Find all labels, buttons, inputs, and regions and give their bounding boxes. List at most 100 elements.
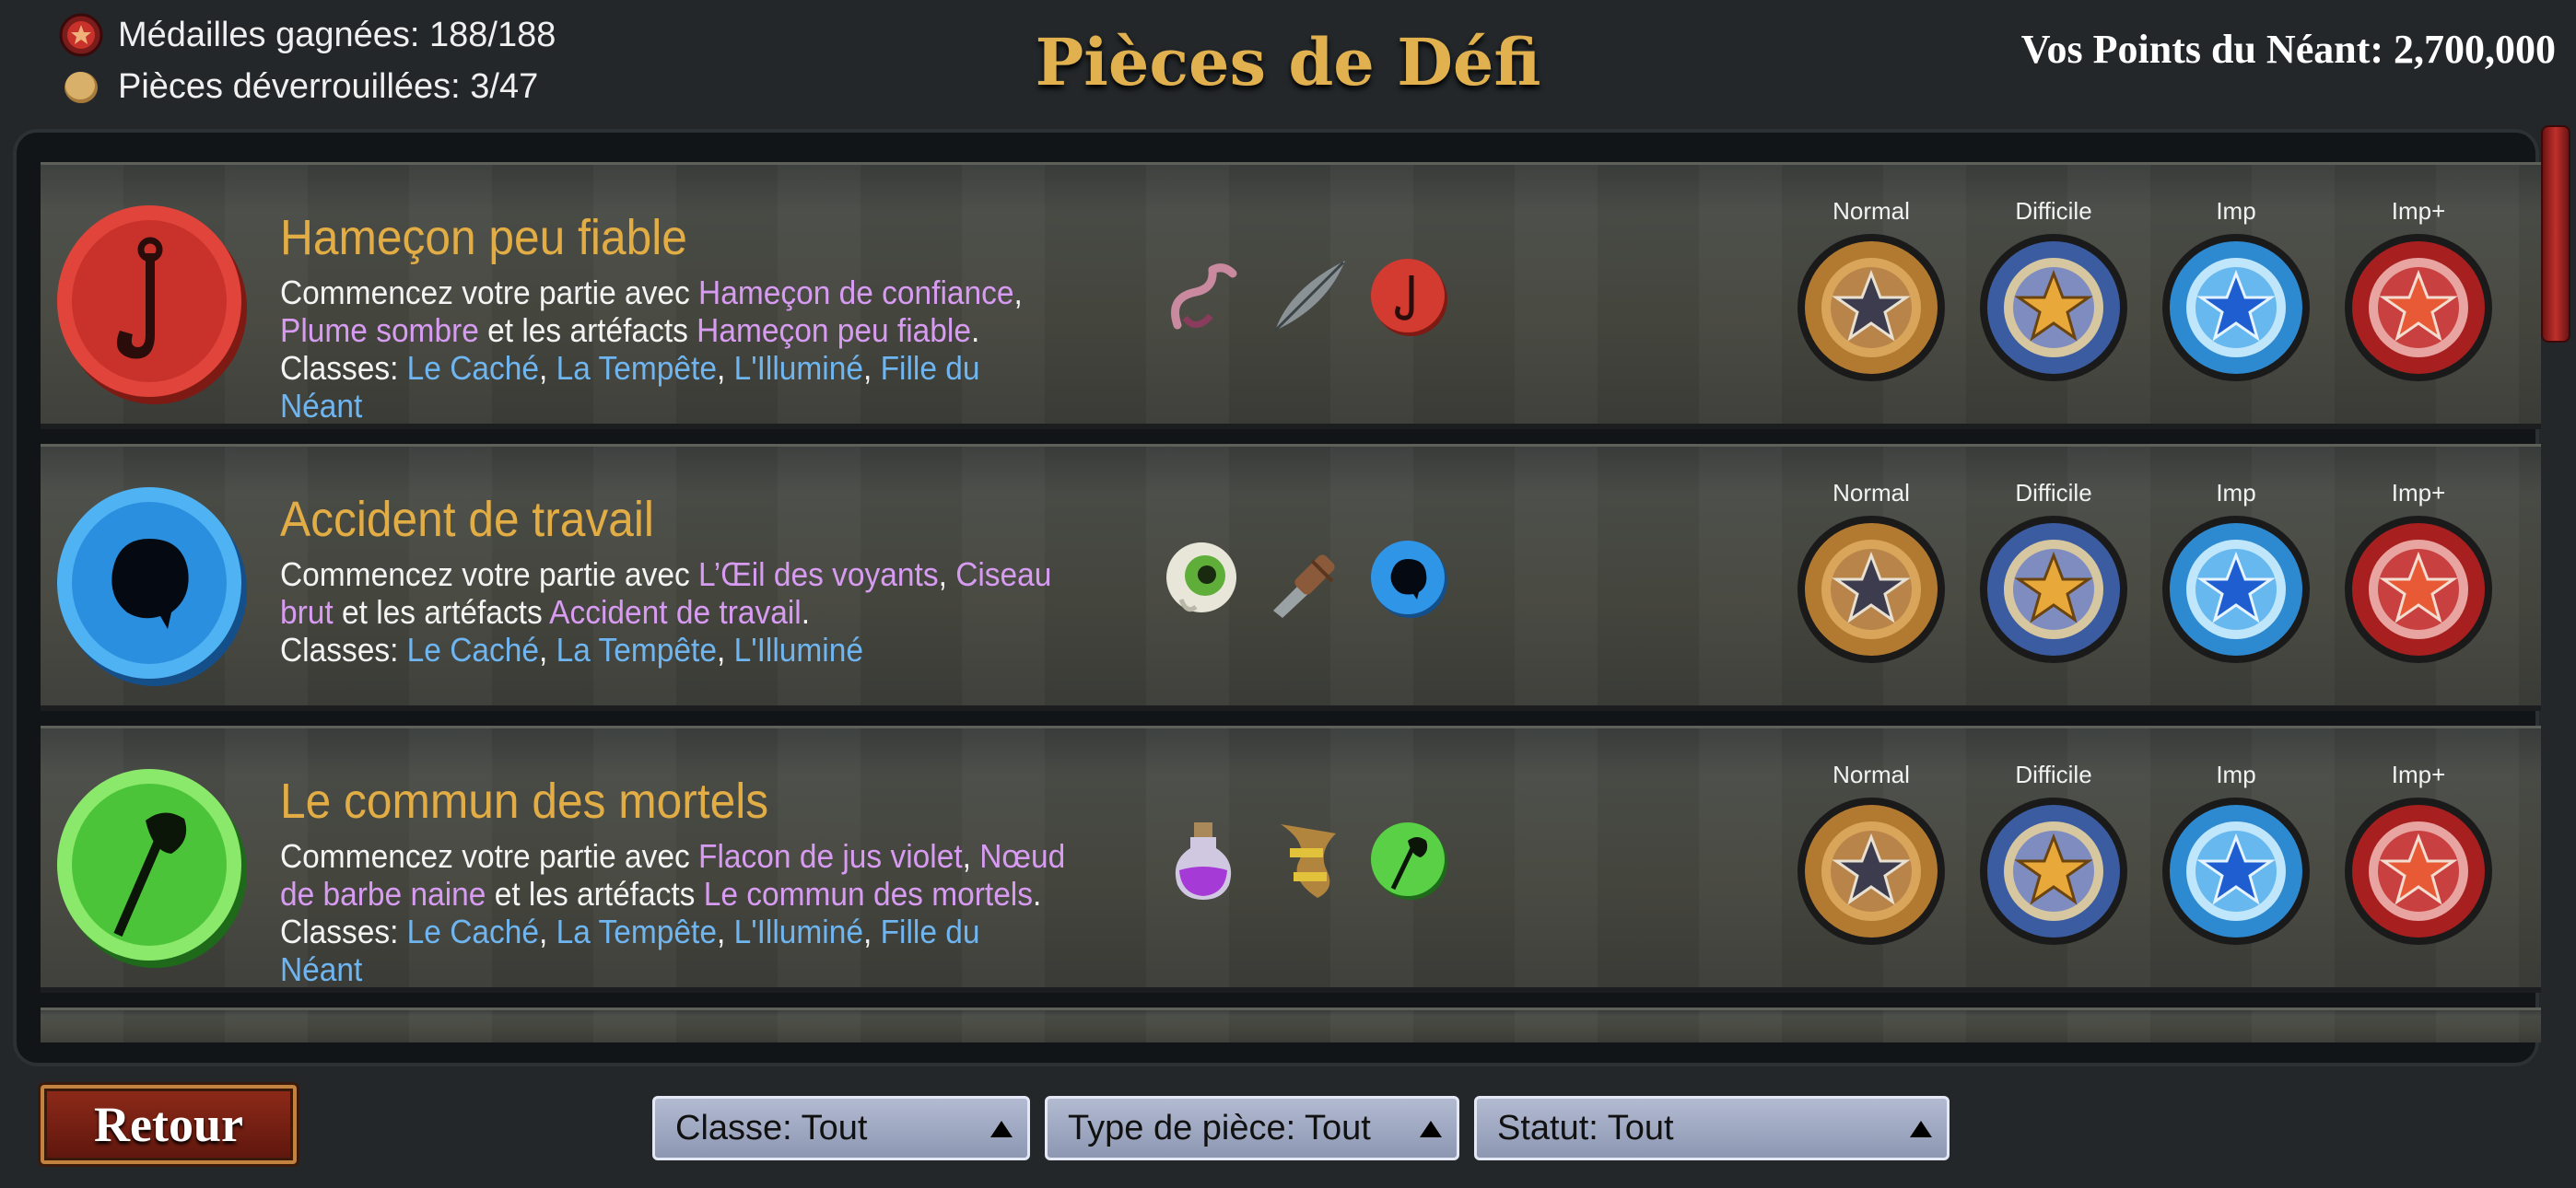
challenge-row-partial[interactable] xyxy=(41,1007,2541,1042)
desc-text: et les artéfacts xyxy=(478,311,697,349)
feather-item-icon[interactable] xyxy=(1262,251,1352,342)
medal-imp-plus[interactable]: Imp+ xyxy=(2327,192,2510,386)
star-medal-icon xyxy=(2162,798,2310,945)
artifact-name: Hameçon peu fiable xyxy=(697,311,971,349)
challenge-description: Commencez votre partie avec L’Œil des vo… xyxy=(280,555,1052,669)
difficulty-medals: Normal Difficile Imp Imp+ xyxy=(1780,756,2510,949)
medal-label: Imp+ xyxy=(2391,197,2446,225)
class-name: L'Illuminé xyxy=(733,631,863,669)
medal-normal[interactable]: Normal xyxy=(1780,474,1962,668)
challenge-row[interactable]: Le commun des mortels Commencez votre pa… xyxy=(41,726,2541,993)
class-name: La Tempête xyxy=(556,913,717,950)
desc-text: . xyxy=(970,311,980,349)
star-medal-icon xyxy=(1797,516,1945,663)
desc-text: Commencez votre partie avec xyxy=(280,274,699,311)
dropdown-value: Type de pièce: Tout xyxy=(1068,1108,1371,1147)
class-name: La Tempête xyxy=(556,349,717,387)
star-medal-icon xyxy=(2345,516,2492,663)
challenge-row[interactable]: Hameçon peu fiable Commencez votre parti… xyxy=(41,162,2541,429)
dropdown-value: Statut: Tout xyxy=(1497,1108,1674,1147)
medal-imp[interactable]: Imp xyxy=(2145,756,2327,949)
artifact-name: Le commun des mortels xyxy=(703,875,1033,913)
scrollbar-thumb[interactable] xyxy=(2541,125,2570,343)
beard-knot-item-icon[interactable] xyxy=(1262,815,1352,905)
desc-text: Commencez votre partie avec xyxy=(280,837,699,875)
reward-items xyxy=(1159,815,1456,905)
item-name: Hameçon de confiance xyxy=(698,274,1014,311)
desc-text: et les artéfacts xyxy=(486,875,704,913)
star-medal-icon xyxy=(1797,798,1945,945)
reward-items xyxy=(1159,533,1456,623)
void-points: Vos Points du Néant: 2,700,000 xyxy=(2020,27,2556,72)
potion-item-icon[interactable] xyxy=(1159,815,1249,905)
medal-imp-plus[interactable]: Imp+ xyxy=(2327,474,2510,668)
desc-text: , xyxy=(938,555,956,593)
medal-difficile[interactable]: Difficile xyxy=(1962,474,2145,668)
item-name: L’Œil des voyants xyxy=(698,555,939,593)
desc-text: , xyxy=(962,837,980,875)
medal-label: Normal xyxy=(1832,479,1910,507)
medal-label: Normal xyxy=(1832,761,1910,788)
medal-difficile[interactable]: Difficile xyxy=(1962,756,2145,949)
medal-imp-plus[interactable]: Imp+ xyxy=(2327,756,2510,949)
star-medal-icon xyxy=(2345,234,2492,381)
chisel-item-icon[interactable] xyxy=(1262,533,1352,623)
desc-text: . xyxy=(801,593,811,631)
dropdown-value: Classe: Tout xyxy=(675,1108,868,1147)
back-button[interactable]: Retour xyxy=(41,1085,297,1164)
class-filter-dropdown[interactable]: Classe: Tout xyxy=(652,1096,1030,1160)
medal-difficile[interactable]: Difficile xyxy=(1962,192,2145,386)
class-name: Le Caché xyxy=(406,913,540,950)
classes-label: Classes: xyxy=(280,913,407,950)
challenge-description: Commencez votre partie avec Flacon de ju… xyxy=(280,837,1066,988)
challenge-row[interactable]: Accident de travail Commencez votre part… xyxy=(41,444,2541,711)
class-name: La Tempête xyxy=(556,631,717,669)
desc-text: Commencez votre partie avec xyxy=(280,555,699,593)
challenge-title: Hameçon peu fiable xyxy=(280,210,687,265)
medal-label: Imp+ xyxy=(2391,761,2446,788)
class-name: L'Illuminé xyxy=(733,913,863,950)
medal-normal[interactable]: Normal xyxy=(1780,192,1962,386)
reward-items xyxy=(1159,251,1456,342)
class-name: Le Caché xyxy=(406,349,540,387)
bindle-coin-small-icon[interactable] xyxy=(1365,815,1456,905)
challenge-description: Commencez votre partie avec Hameçon de c… xyxy=(280,274,1023,425)
classes-label: Classes: xyxy=(280,349,407,387)
medal-label: Difficile xyxy=(2015,479,2092,507)
desc-text: , xyxy=(1013,274,1023,311)
star-medal-icon xyxy=(2162,234,2310,381)
medal-label: Imp xyxy=(2216,761,2256,788)
eye-item-icon[interactable] xyxy=(1159,533,1249,623)
hook-coin-small-icon[interactable] xyxy=(1365,251,1456,342)
desc-text: et les artéfacts xyxy=(333,593,550,631)
star-medal-icon xyxy=(2162,516,2310,663)
class-name: Le Caché xyxy=(406,631,540,669)
difficulty-medals: Normal Difficile Imp Imp+ xyxy=(1780,474,2510,668)
item-name: Plume sombre xyxy=(280,311,479,349)
star-medal-icon xyxy=(1980,798,2127,945)
triangle-up-icon xyxy=(1420,1121,1442,1137)
status-filter-dropdown[interactable]: Statut: Tout xyxy=(1474,1096,1950,1160)
desc-text: . xyxy=(1032,875,1042,913)
medal-label: Difficile xyxy=(2015,761,2092,788)
medal-label: Imp xyxy=(2216,479,2256,507)
star-medal-icon xyxy=(1797,234,1945,381)
hook-coin-icon xyxy=(53,196,251,408)
item-name: Flacon de jus violet xyxy=(698,837,963,875)
splat-coin-small-icon[interactable] xyxy=(1365,533,1456,623)
difficulty-medals: Normal Difficile Imp Imp+ xyxy=(1780,192,2510,386)
classes-label: Classes: xyxy=(280,631,407,669)
medal-label: Normal xyxy=(1832,197,1910,225)
medal-normal[interactable]: Normal xyxy=(1780,756,1962,949)
medal-label: Imp+ xyxy=(2391,479,2446,507)
medal-label: Difficile xyxy=(2015,197,2092,225)
artifact-name: Accident de travail xyxy=(549,593,802,631)
splat-coin-icon xyxy=(53,478,251,690)
triangle-up-icon xyxy=(990,1121,1013,1137)
bindle-coin-icon xyxy=(53,760,251,972)
coin-type-filter-dropdown[interactable]: Type de pièce: Tout xyxy=(1045,1096,1459,1160)
star-medal-icon xyxy=(2345,798,2492,945)
hook-item-icon[interactable] xyxy=(1159,251,1249,342)
medal-imp[interactable]: Imp xyxy=(2145,474,2327,668)
medal-imp[interactable]: Imp xyxy=(2145,192,2327,386)
